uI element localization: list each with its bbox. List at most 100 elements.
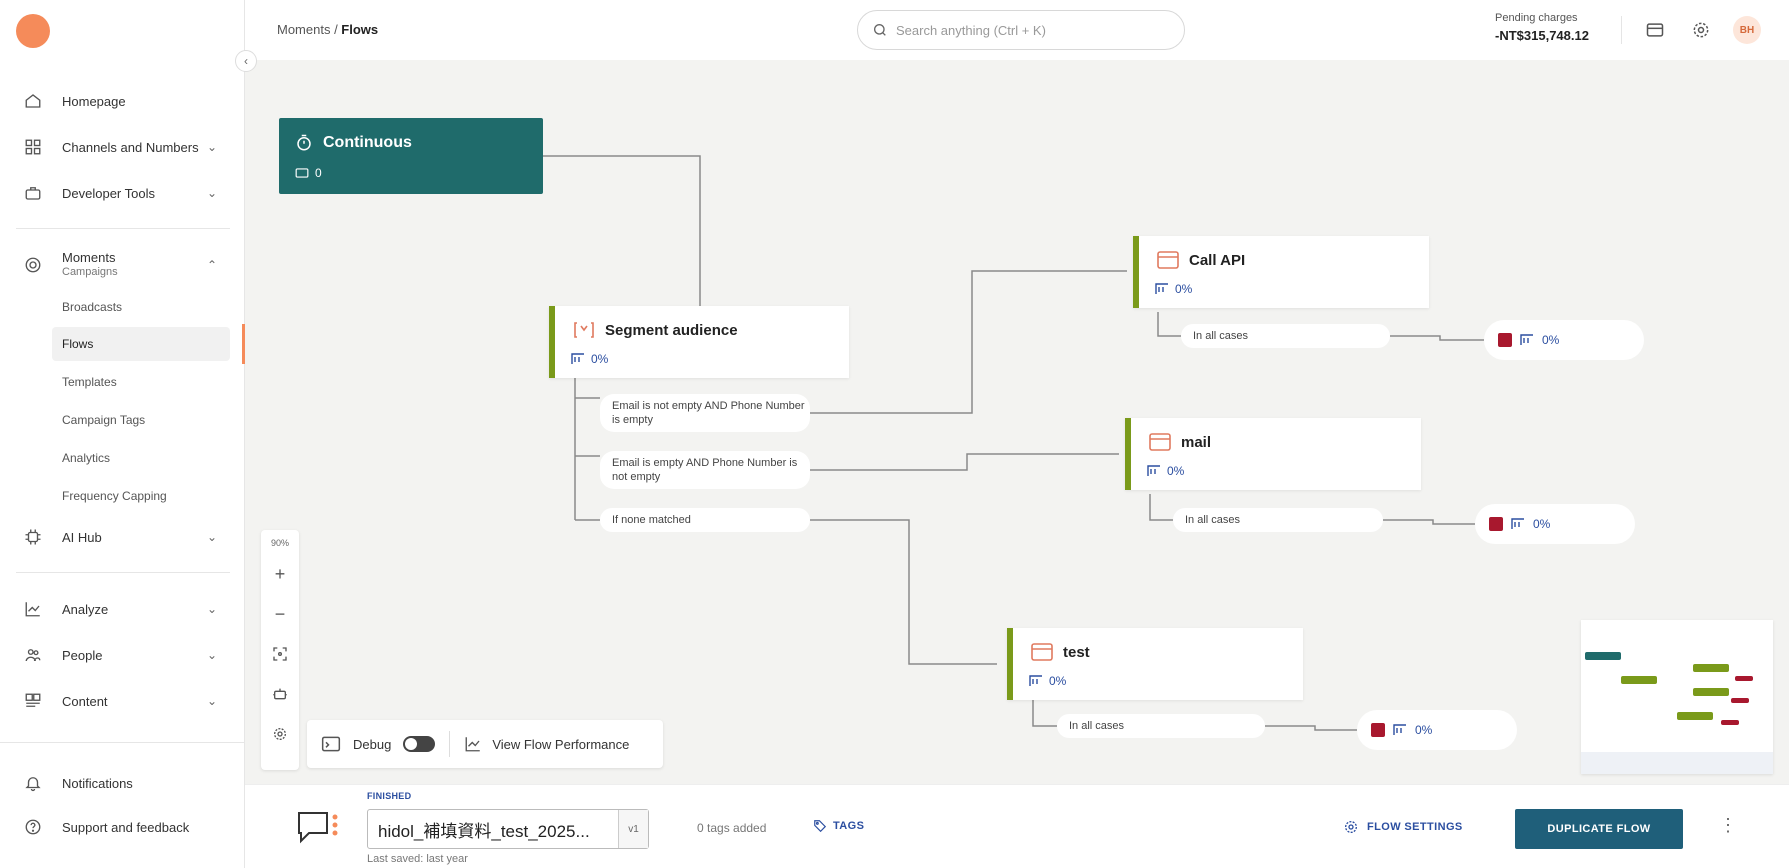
node-stat-value: 0% bbox=[1175, 282, 1193, 296]
trigger-node-continuous[interactable]: Continuous 0 bbox=[279, 118, 543, 194]
chart-icon bbox=[465, 737, 481, 752]
sidebar-subitem-broadcasts[interactable]: Broadcasts bbox=[52, 290, 230, 324]
flow-name-field[interactable]: hidol_補填資料_test_2025... v1 bbox=[367, 809, 649, 849]
fit-view-icon[interactable] bbox=[268, 642, 292, 666]
minimap[interactable] bbox=[1581, 620, 1773, 774]
zoom-controls: 90% + − bbox=[261, 530, 299, 770]
toolbox-icon bbox=[22, 182, 44, 204]
tags-button[interactable]: TAGS bbox=[813, 819, 864, 833]
mail-icon bbox=[1149, 433, 1171, 451]
sidebar-item-analyze[interactable]: Analyze ⌄ bbox=[0, 592, 244, 626]
sidebar-item-ai-hub[interactable]: AI Hub ⌄ bbox=[0, 520, 244, 554]
collapse-sidebar-button[interactable]: ‹ bbox=[235, 50, 257, 72]
branch-condition-2[interactable]: Email is empty AND Phone Number is not e… bbox=[600, 451, 810, 489]
sidebar-item-notifications[interactable]: Notifications bbox=[0, 766, 244, 800]
node-title: Call API bbox=[1189, 252, 1246, 269]
sidebar-subitem-analytics[interactable]: Analytics bbox=[52, 441, 230, 475]
flow-footer: FINISHED hidol_補填資料_test_2025... v1 Last… bbox=[245, 784, 1789, 868]
node-test[interactable]: test 0% bbox=[1007, 628, 1303, 700]
node-stat: 0% bbox=[1029, 674, 1066, 688]
chip-icon bbox=[22, 526, 44, 548]
breadcrumb-parent[interactable]: Moments / bbox=[277, 22, 341, 37]
search-input[interactable]: Search anything (Ctrl + K) bbox=[857, 10, 1185, 50]
trigger-count: 0 bbox=[295, 166, 322, 180]
brand-logo[interactable] bbox=[16, 14, 50, 48]
chevron-down-icon: ⌄ bbox=[206, 186, 218, 200]
trigger-title: Continuous bbox=[323, 134, 412, 151]
node-segment-audience[interactable]: Segment audience 0% bbox=[549, 306, 849, 378]
stop-icon bbox=[1371, 723, 1385, 737]
node-stat-value: 0% bbox=[1167, 464, 1185, 478]
end-node-stat: 0% bbox=[1542, 333, 1560, 347]
last-saved: Last saved: last year bbox=[367, 853, 468, 865]
sidebar-item-label: Support and feedback bbox=[62, 819, 190, 835]
end-node[interactable]: 0% bbox=[1484, 320, 1644, 360]
branch-condition-none[interactable]: If none matched bbox=[600, 508, 810, 532]
sidebar-item-label: Moments bbox=[62, 250, 116, 265]
sidebar-subitem-campaign-tags[interactable]: Campaign Tags bbox=[52, 403, 230, 437]
segment-icon bbox=[574, 322, 594, 338]
minimap-trigger bbox=[1585, 652, 1621, 660]
view-flow-performance-button[interactable]: View Flow Performance bbox=[492, 737, 629, 752]
sidebar-item-label: People bbox=[62, 647, 103, 663]
node-stat-value: 0% bbox=[591, 352, 609, 366]
gear-icon[interactable] bbox=[268, 722, 292, 746]
end-node[interactable]: 0% bbox=[1357, 710, 1517, 750]
connector-callapi-allcases bbox=[1157, 312, 1181, 337]
flow-name: hidol_補填資料_test_2025... bbox=[378, 821, 590, 841]
branch-condition-1[interactable]: Email is not empty AND Phone Number is e… bbox=[600, 394, 810, 432]
connector-test-end bbox=[1265, 725, 1357, 731]
flow-settings-button[interactable]: FLOW SETTINGS bbox=[1343, 819, 1463, 835]
sidebar-subitem-templates[interactable]: Templates bbox=[52, 365, 230, 399]
node-stat: 0% bbox=[571, 352, 608, 366]
sidebar-item-content[interactable]: Content ⌄ bbox=[0, 684, 244, 718]
breadcrumb-current: Flows bbox=[341, 22, 379, 37]
sidebar-item-homepage[interactable]: Homepage bbox=[0, 84, 244, 118]
sidebar-subitem-flows[interactable]: Flows bbox=[52, 327, 230, 361]
debug-toggle[interactable] bbox=[403, 736, 436, 752]
sidebar-subitem-frequency-capping[interactable]: Frequency Capping bbox=[52, 479, 230, 513]
chevron-down-icon: ⌄ bbox=[206, 140, 218, 154]
avatar[interactable]: BH bbox=[1733, 16, 1761, 44]
sidebar-item-developer-tools[interactable]: Developer Tools ⌄ bbox=[0, 176, 244, 210]
sidebar-item-support[interactable]: Support and feedback bbox=[0, 810, 244, 844]
zoom-out-button[interactable]: − bbox=[268, 602, 292, 626]
minimap-node bbox=[1677, 712, 1713, 720]
branch-all-cases[interactable]: In all cases bbox=[1181, 324, 1390, 348]
flow-canvas[interactable]: Continuous 0 Segment audience 0% Call AP… bbox=[245, 60, 1789, 784]
sidebar-item-moments[interactable]: Moments Campaigns ⌃ bbox=[0, 246, 244, 284]
end-node[interactable]: 0% bbox=[1475, 504, 1635, 544]
bell-icon bbox=[22, 772, 44, 794]
node-stat-value: 0% bbox=[1049, 674, 1067, 688]
sidebar-item-label: Analyze bbox=[62, 601, 109, 617]
minimap-end bbox=[1731, 698, 1749, 703]
flow-version[interactable]: v1 bbox=[618, 810, 648, 848]
sidebar-item-channels[interactable]: Channels and Numbers ⌄ bbox=[0, 130, 244, 164]
content-icon bbox=[22, 690, 44, 712]
help-icon bbox=[22, 816, 44, 838]
node-call-api[interactable]: Call API 0% bbox=[1133, 236, 1429, 308]
gear-icon[interactable] bbox=[1689, 18, 1713, 42]
branch-all-cases[interactable]: In all cases bbox=[1173, 508, 1383, 532]
stop-icon bbox=[1498, 333, 1512, 347]
duplicate-flow-button[interactable]: DUPLICATE FLOW bbox=[1515, 809, 1683, 849]
sidebar: Homepage Channels and Numbers ⌄ Develope… bbox=[0, 0, 245, 868]
branch-all-cases[interactable]: In all cases bbox=[1057, 714, 1265, 738]
people-icon bbox=[22, 644, 44, 666]
billing-card-icon[interactable] bbox=[1643, 18, 1667, 42]
minimap-end bbox=[1735, 676, 1753, 681]
pending-charges-label: Pending charges bbox=[1495, 12, 1578, 24]
minimap-scrollbar[interactable] bbox=[1581, 752, 1773, 774]
debug-label: Debug bbox=[353, 736, 392, 752]
terminal-icon bbox=[321, 736, 341, 752]
flow-chat-icon bbox=[298, 812, 338, 844]
sidebar-item-people[interactable]: People ⌄ bbox=[0, 638, 244, 672]
timer-icon bbox=[297, 134, 311, 151]
sidebar-item-label: Notifications bbox=[62, 775, 133, 791]
tag-icon bbox=[814, 820, 827, 833]
robot-icon[interactable] bbox=[268, 682, 292, 706]
zoom-in-button[interactable]: + bbox=[268, 562, 292, 586]
node-mail[interactable]: mail 0% bbox=[1125, 418, 1421, 490]
chevron-down-icon: ⌄ bbox=[206, 530, 218, 544]
more-options-icon[interactable]: ⋮ bbox=[1719, 815, 1737, 836]
